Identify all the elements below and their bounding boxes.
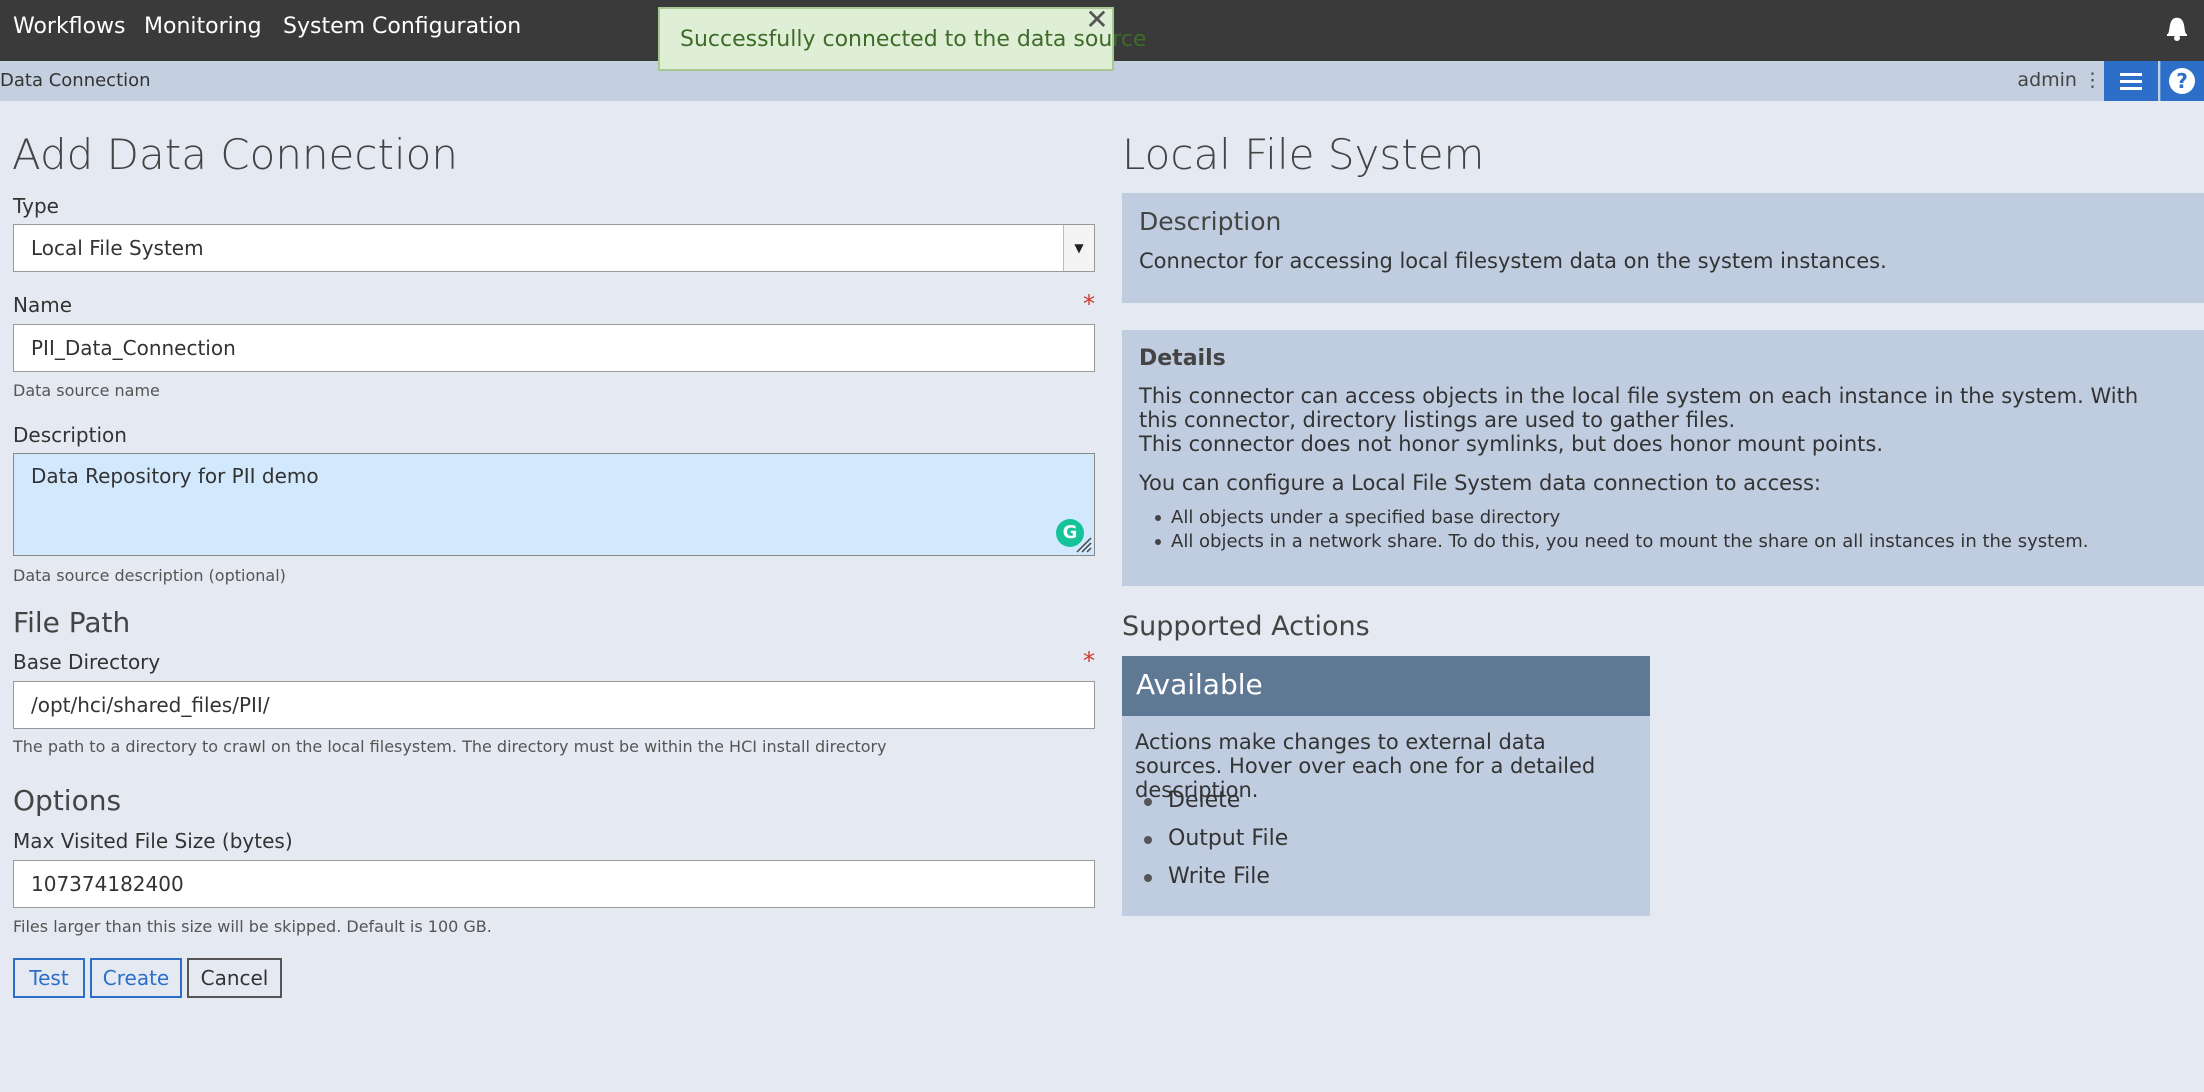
max-file-size-input[interactable]: 107374182400 (13, 860, 1095, 908)
base-directory-input[interactable]: /opt/hci/shared_files/PII/ (13, 681, 1095, 729)
page-title: Add Data Connection (12, 130, 458, 179)
details-text-2: This connector does not honor symlinks, … (1139, 432, 1884, 456)
description-text: Connector for accessing local filesystem… (1139, 249, 1887, 273)
actions-list: Delete Output File Write File (1143, 786, 1288, 900)
description-panel: Description Connector for accessing loca… (1122, 193, 2204, 303)
type-select-value: Local File System (31, 236, 204, 260)
list-item: All objects under a specified base direc… (1155, 506, 2089, 530)
description-label: Description (13, 423, 127, 447)
type-select[interactable]: Local File System ▼ (13, 224, 1095, 272)
description-textarea[interactable]: Data Repository for PII demo G (13, 453, 1095, 556)
cancel-button[interactable]: Cancel (187, 958, 282, 998)
required-indicator: * (1083, 290, 1095, 318)
available-heading: Available (1136, 668, 1263, 701)
name-input[interactable]: PII_Data_Connection (13, 324, 1095, 372)
resize-handle-icon[interactable] (1074, 535, 1092, 553)
supported-actions-heading: Supported Actions (1122, 611, 1370, 642)
nav-system-configuration[interactable]: System Configuration (283, 14, 521, 39)
type-label: Type (13, 194, 59, 218)
hamburger-menu-button[interactable] (2104, 61, 2158, 101)
details-list: All objects under a specified base direc… (1155, 506, 2089, 554)
action-output-file[interactable]: Output File (1143, 824, 1288, 862)
list-item: All objects in a network share. To do th… (1155, 531, 2089, 552)
user-menu[interactable]: admin ⋮ (2017, 69, 2102, 91)
connector-title: Local File System (1122, 130, 1485, 179)
name-help-text: Data source name (13, 381, 160, 400)
help-button[interactable]: ? (2160, 61, 2204, 101)
details-panel: Details This connector can access object… (1122, 330, 2204, 586)
nav-workflows[interactable]: Workflows (13, 14, 125, 39)
description-help-text: Data source description (optional) (13, 566, 286, 585)
details-text-3: You can configure a Local File System da… (1139, 471, 1822, 495)
help-icon: ? (2169, 68, 2195, 94)
file-path-heading: File Path (13, 606, 131, 639)
success-toast: Successfully connected to the data sourc… (658, 6, 1146, 71)
action-delete[interactable]: Delete (1143, 786, 1288, 824)
required-indicator: * (1083, 647, 1095, 675)
toast-message: Successfully connected to the data sourc… (680, 27, 1147, 52)
details-heading: Details (1139, 346, 1226, 371)
test-button[interactable]: Test (13, 958, 85, 998)
menu-icon (2120, 73, 2142, 90)
name-label: Name (13, 293, 73, 317)
close-icon[interactable]: ✕ (1084, 6, 1110, 34)
create-button[interactable]: Create (90, 958, 182, 998)
notification-bell-icon[interactable] (2164, 14, 2190, 42)
breadcrumb: Data Connection (0, 70, 151, 91)
action-write-file[interactable]: Write File (1143, 862, 1288, 900)
max-file-size-help-text: Files larger than this size will be skip… (13, 917, 492, 936)
description-heading: Description (1139, 207, 1282, 236)
base-directory-help-text: The path to a directory to crawl on the … (13, 737, 887, 756)
description-value: Data Repository for PII demo (31, 464, 319, 488)
base-directory-label: Base Directory (13, 650, 161, 674)
chevron-down-icon: ▼ (1063, 225, 1094, 271)
nav-monitoring[interactable]: Monitoring (144, 14, 262, 39)
max-file-size-label: Max Visited File Size (bytes) (13, 829, 293, 853)
options-heading: Options (13, 784, 122, 817)
available-actions-box: Available Actions make changes to extern… (1122, 656, 1650, 916)
details-text-1: This connector can access objects in the… (1139, 384, 2139, 432)
available-header: Available (1122, 656, 1650, 716)
